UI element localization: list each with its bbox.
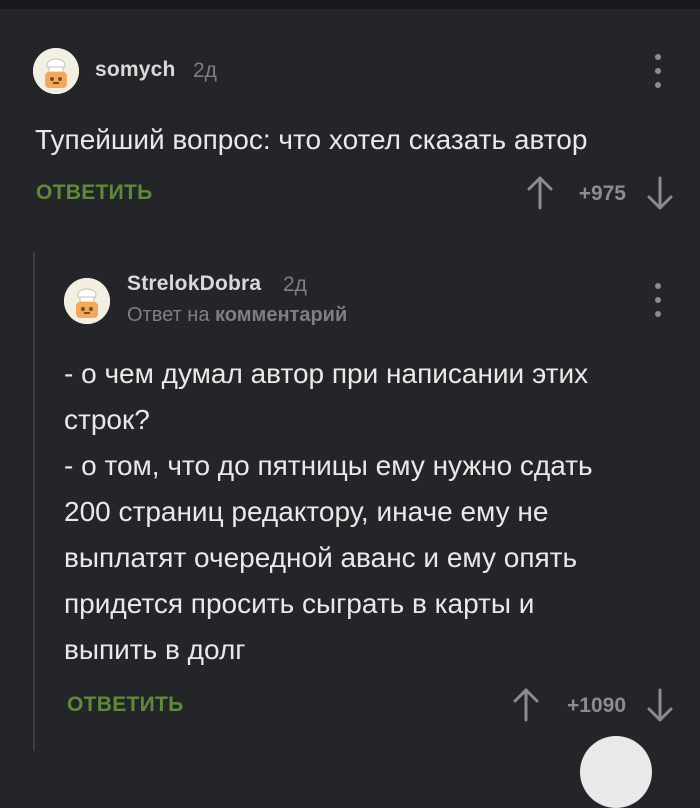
comment-text: Тупейший вопрос: что хотел сказать автор bbox=[35, 117, 587, 163]
floating-action-button[interactable] bbox=[580, 736, 652, 808]
rating-value: +1090 bbox=[567, 694, 626, 717]
avatar-icon[interactable] bbox=[33, 48, 79, 94]
comment-text-line: Тупейший вопрос: что хотел сказать автор bbox=[35, 124, 588, 155]
comment-text-line: придется просить сыграть в карты и bbox=[64, 588, 535, 619]
kebab-menu-icon[interactable] bbox=[648, 54, 668, 88]
comment-text-line: - о чем думал автор при написании этих bbox=[64, 358, 589, 389]
username[interactable]: somych bbox=[95, 58, 176, 82]
comment-text-line: строк? bbox=[64, 404, 150, 435]
comment-text: - о чем думал автор при написании этих с… bbox=[64, 351, 593, 673]
comment-text-line: 200 страниц редактору, иначе ему не bbox=[64, 496, 549, 527]
top-bar bbox=[0, 0, 700, 9]
rating-value: +975 bbox=[578, 182, 626, 205]
reply-to-label: Ответ на комментарий bbox=[127, 304, 347, 327]
arrow-up-icon[interactable] bbox=[526, 176, 554, 215]
arrow-down-icon[interactable] bbox=[646, 176, 674, 215]
arrow-down-icon[interactable] bbox=[646, 688, 674, 727]
thread-line[interactable] bbox=[33, 252, 35, 751]
reply-button[interactable]: ОТВЕТИТЬ bbox=[36, 181, 153, 205]
arrow-up-icon[interactable] bbox=[512, 688, 540, 727]
username[interactable]: StrelokDobra bbox=[127, 272, 261, 296]
avatar-icon[interactable] bbox=[64, 278, 110, 324]
kebab-menu-icon[interactable] bbox=[648, 283, 668, 317]
comment-text-line: выпить в долг bbox=[64, 634, 246, 665]
comment-text-line: выплатят очередной аванс и ему опять bbox=[64, 542, 578, 573]
reply-button[interactable]: ОТВЕТИТЬ bbox=[67, 693, 184, 717]
reply-to-prefix: Ответ на bbox=[127, 304, 210, 326]
comment-time: 2д bbox=[193, 59, 217, 82]
reply-to-link[interactable]: комментарий bbox=[215, 304, 347, 326]
comment-text-line: - о том, что до пятницы ему нужно сдать bbox=[64, 450, 593, 481]
comment-time: 2д bbox=[283, 273, 307, 296]
